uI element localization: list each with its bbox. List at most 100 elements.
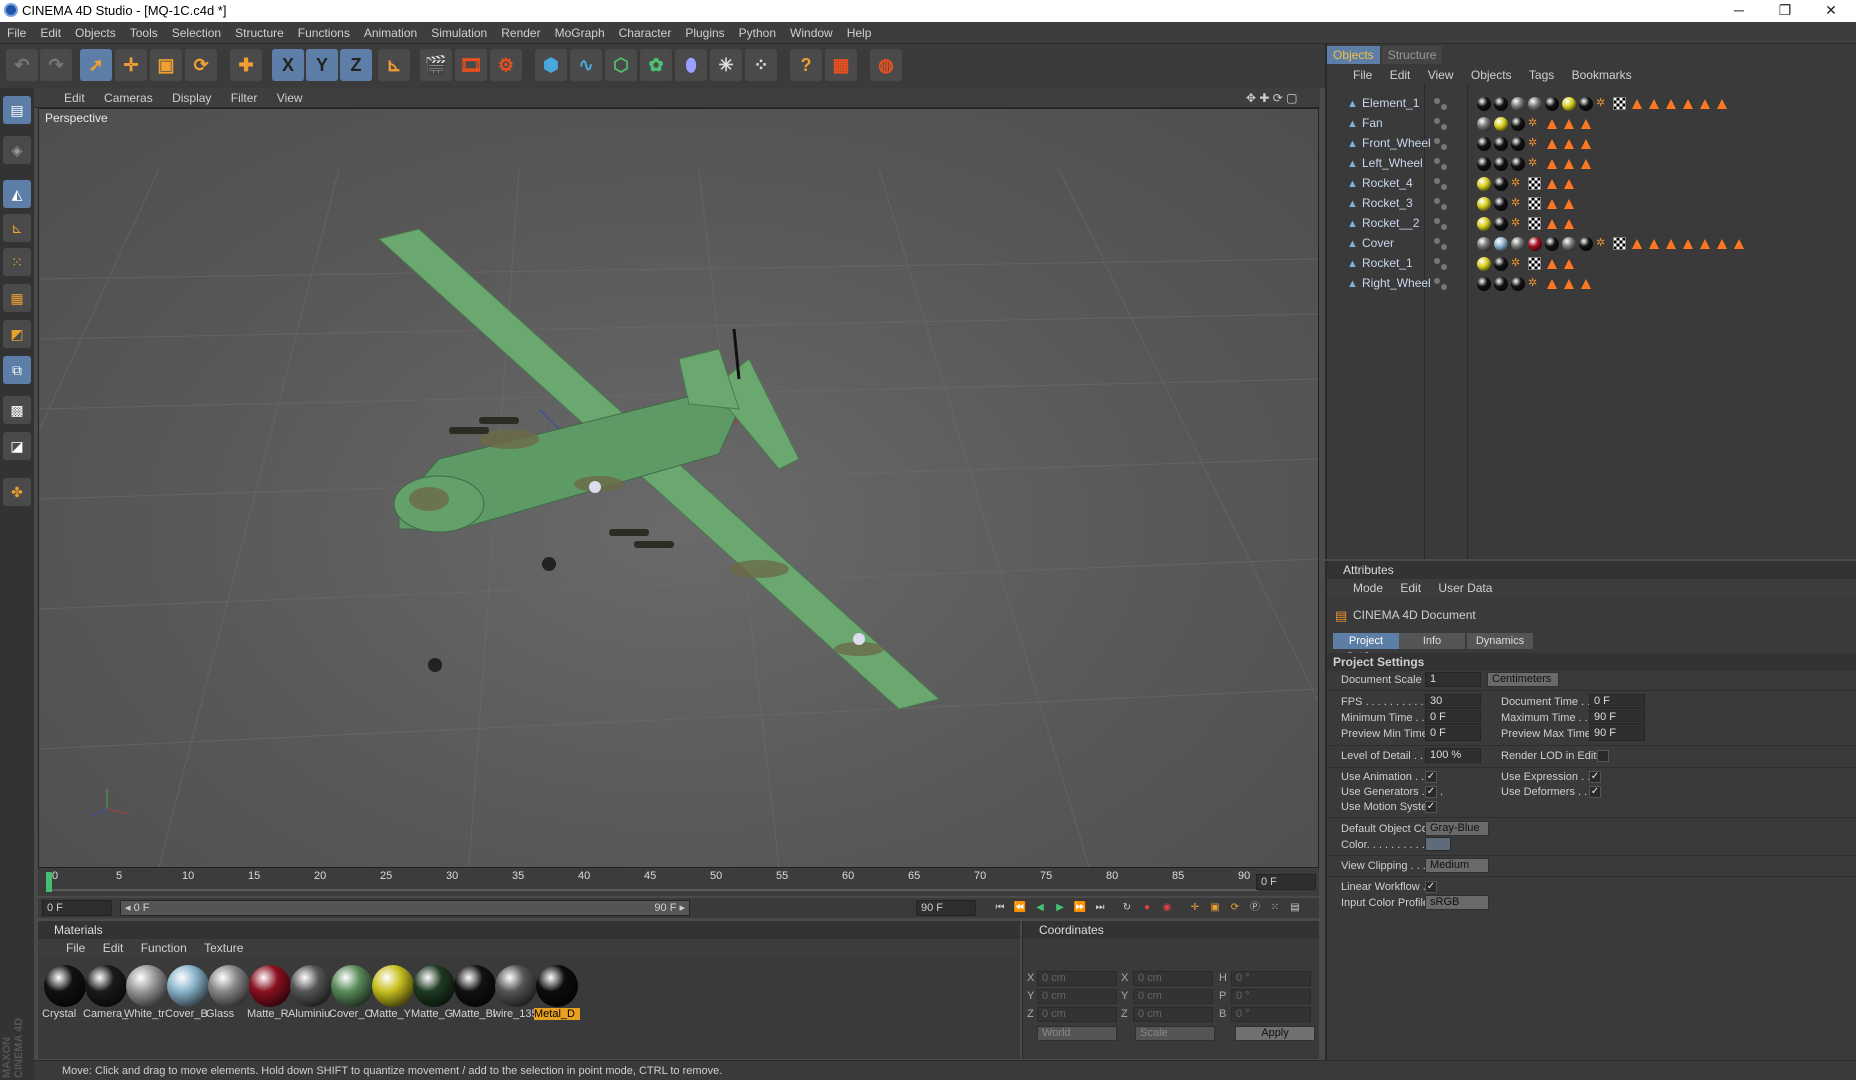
coord-field[interactable]: 0 cm: [1133, 989, 1213, 1004]
table-tool-button[interactable]: ▦: [825, 49, 857, 81]
selection-tag-icon[interactable]: [1700, 239, 1710, 249]
apply-button[interactable]: Apply: [1235, 1026, 1315, 1041]
selection-tag-icon[interactable]: [1547, 159, 1557, 169]
objects-menu-view[interactable]: View: [1428, 66, 1454, 84]
menu-window[interactable]: Window: [783, 22, 840, 44]
input-profile-dropdown[interactable]: sRGB: [1425, 895, 1489, 910]
selection-tag-icon[interactable]: [1581, 279, 1591, 289]
materials-menu-file[interactable]: File: [66, 939, 85, 957]
material-tag-icon[interactable]: [1494, 97, 1508, 111]
visibility-dot[interactable]: [1441, 104, 1447, 110]
timeline-icon[interactable]: ▤: [1286, 900, 1304, 916]
scale-dropdown[interactable]: Scale: [1135, 1026, 1215, 1041]
object-row[interactable]: ▲ Cover ✲: [1327, 234, 1856, 254]
phong-tag-icon[interactable]: ✲: [1511, 217, 1525, 230]
material-tag-icon[interactable]: [1494, 137, 1508, 151]
close-button[interactable]: ✕: [1808, 0, 1854, 22]
next-key-button[interactable]: ⏩: [1071, 900, 1089, 916]
material-swatch[interactable]: Camera_: [83, 965, 129, 1023]
uv-mode-icon[interactable]: ⧉: [3, 356, 31, 384]
selection-tag-icon[interactable]: [1547, 199, 1557, 209]
material-swatch[interactable]: Cover_B: [165, 965, 211, 1023]
model-mode-icon[interactable]: ◭: [3, 180, 31, 208]
uvw-tag-icon[interactable]: [1528, 217, 1541, 230]
material-swatch[interactable]: Matte_Bl: [452, 965, 498, 1023]
visibility-dot[interactable]: [1434, 218, 1440, 224]
visibility-dot[interactable]: [1434, 98, 1440, 104]
visibility-dot[interactable]: [1441, 264, 1447, 270]
objects-menu-bookmarks[interactable]: Bookmarks: [1572, 66, 1632, 84]
uvw-tag-icon[interactable]: [1528, 257, 1541, 270]
object-name[interactable]: Cover: [1362, 236, 1394, 250]
y-axis-lock-button[interactable]: Y: [306, 49, 338, 81]
material-tag-icon[interactable]: [1511, 277, 1525, 291]
make-editable-icon[interactable]: ◈: [3, 136, 31, 164]
viewport-menu-filter[interactable]: Filter: [231, 88, 258, 108]
material-tag-icon[interactable]: [1528, 237, 1542, 251]
visibility-dot[interactable]: [1441, 224, 1447, 230]
materials-menu-function[interactable]: Function: [141, 939, 187, 957]
material-tag-icon[interactable]: [1477, 117, 1491, 131]
array-icon[interactable]: ✿: [640, 49, 672, 81]
visibility-dot[interactable]: [1441, 124, 1447, 130]
fps-field[interactable]: 30: [1425, 694, 1481, 709]
visibility-dot[interactable]: [1434, 238, 1440, 244]
deformer-icon[interactable]: ⬮: [675, 49, 707, 81]
material-tag-icon[interactable]: [1511, 157, 1525, 171]
globe-icon[interactable]: ◍: [870, 49, 902, 81]
menu-help[interactable]: Help: [840, 22, 879, 44]
menu-mograph[interactable]: MoGraph: [548, 22, 612, 44]
phong-tag-icon[interactable]: ✲: [1528, 117, 1542, 130]
nurbs-icon[interactable]: ⬡: [605, 49, 637, 81]
material-swatch[interactable]: Metal_D: [534, 965, 580, 1023]
coord-field[interactable]: 0 cm: [1133, 971, 1213, 986]
material-swatch[interactable]: Matte_R: [247, 965, 293, 1023]
timeline-ruler[interactable]: 0 5 10 15 20 25 30 35 40 45 50 55 60 65 …: [38, 868, 1319, 896]
material-tag-icon[interactable]: [1528, 97, 1542, 111]
render-picture-viewer-button[interactable]: 🎞: [455, 49, 487, 81]
selection-tag-icon[interactable]: [1632, 99, 1642, 109]
coord-field[interactable]: 0 °: [1231, 971, 1311, 986]
visibility-dot[interactable]: [1441, 184, 1447, 190]
phong-tag-icon[interactable]: ✲: [1528, 137, 1542, 150]
maximize-button[interactable]: ❐: [1762, 0, 1808, 22]
key-rotate-icon[interactable]: ⟳: [1226, 900, 1244, 916]
object-row[interactable]: ▲ Front_Wheel ✲: [1327, 134, 1856, 154]
object-row[interactable]: ▲ Rocket__2 ✲: [1327, 214, 1856, 234]
perspective-viewport[interactable]: Perspective: [38, 108, 1319, 868]
visibility-dot[interactable]: [1434, 158, 1440, 164]
material-swatch[interactable]: Cover_C: [329, 965, 375, 1023]
key-scale-icon[interactable]: ▣: [1206, 900, 1224, 916]
object-name[interactable]: Rocket__2: [1362, 216, 1419, 230]
document-time-field[interactable]: 0 F: [1589, 694, 1645, 709]
scene-icon[interactable]: ✳: [710, 49, 742, 81]
visibility-dot[interactable]: [1434, 258, 1440, 264]
phong-tag-icon[interactable]: ✲: [1596, 97, 1610, 110]
document-scale-field[interactable]: 1: [1425, 672, 1481, 687]
object-row[interactable]: ▲ Rocket_4 ✲: [1327, 174, 1856, 194]
material-tag-icon[interactable]: [1477, 177, 1491, 191]
loop-button[interactable]: ↻: [1118, 900, 1136, 916]
coord-field[interactable]: 0 cm: [1037, 971, 1117, 986]
objects-menu-edit[interactable]: Edit: [1390, 66, 1411, 84]
material-tag-icon[interactable]: [1494, 217, 1508, 231]
selection-tag-icon[interactable]: [1683, 99, 1693, 109]
tab-objects[interactable]: Objects: [1327, 46, 1380, 64]
selection-tag-icon[interactable]: [1564, 219, 1574, 229]
phong-tag-icon[interactable]: ✲: [1511, 177, 1525, 190]
visibility-dot[interactable]: [1441, 244, 1447, 250]
current-frame-field[interactable]: 0 F: [1256, 874, 1316, 890]
material-tag-icon[interactable]: [1494, 117, 1508, 131]
material-tag-icon[interactable]: [1545, 237, 1559, 251]
materials-menu-texture[interactable]: Texture: [204, 939, 243, 957]
coord-field[interactable]: 0 °: [1231, 989, 1311, 1004]
coordinate-system-button[interactable]: ⊾: [378, 49, 410, 81]
coord-field[interactable]: 0 °: [1231, 1007, 1311, 1022]
material-tag-icon[interactable]: [1477, 237, 1491, 251]
points-mode-icon[interactable]: ⁙: [3, 248, 31, 276]
cube-object-icon[interactable]: ⬢: [535, 49, 567, 81]
selection-tag-icon[interactable]: [1564, 179, 1574, 189]
material-tag-icon[interactable]: [1511, 117, 1525, 131]
max-time-field[interactable]: 90 F: [1589, 710, 1645, 725]
selection-tag-icon[interactable]: [1564, 199, 1574, 209]
